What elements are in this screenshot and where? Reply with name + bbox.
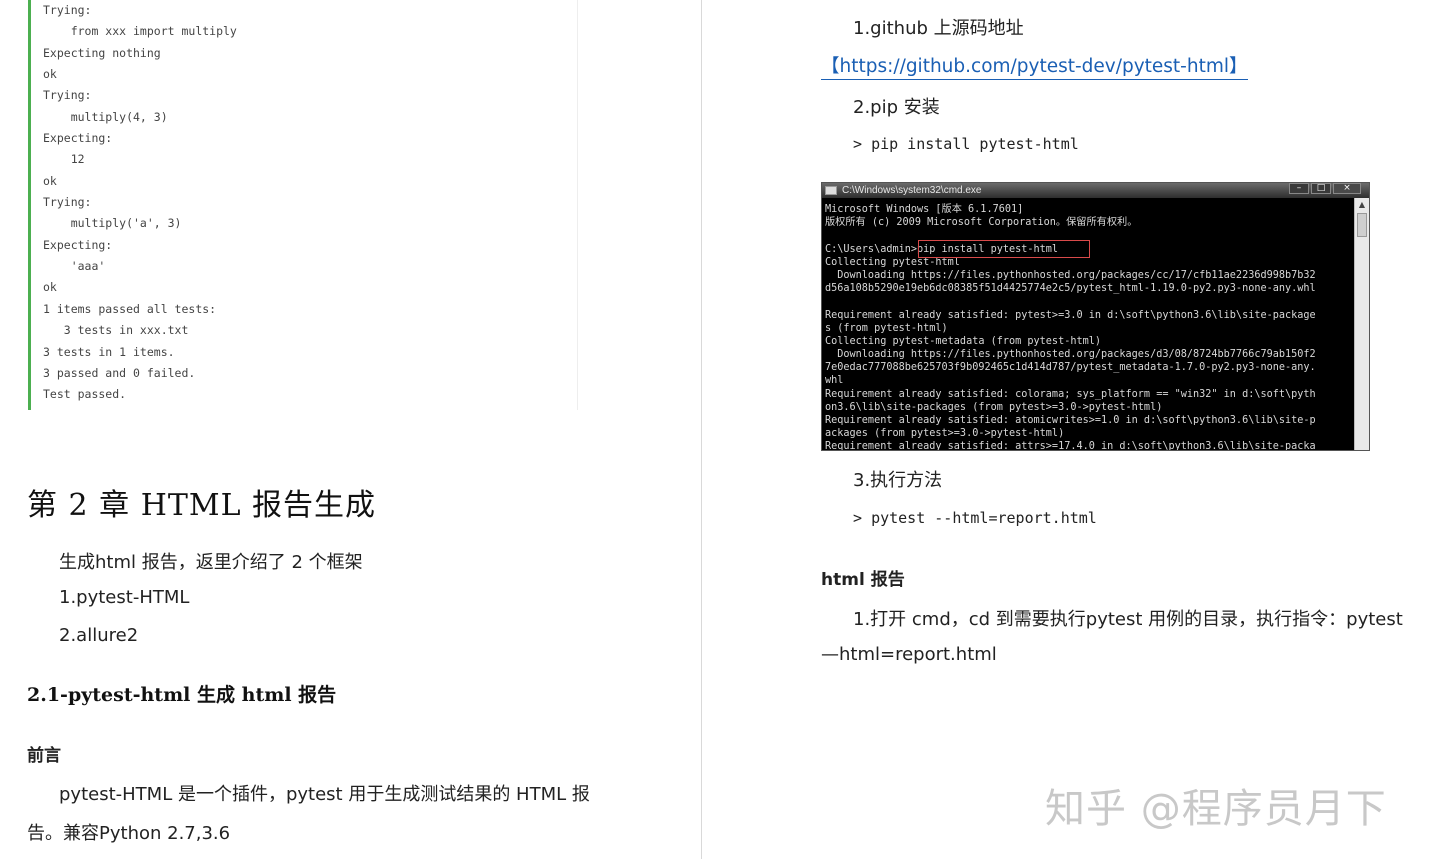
- code-line: ok: [43, 280, 57, 295]
- code-line: 12: [43, 152, 85, 167]
- exec-command: > pytest --html=report.html: [853, 509, 1097, 527]
- code-line: Expecting:: [43, 131, 113, 146]
- code-line: Test passed.: [43, 387, 127, 402]
- cmd-output-line: Collecting pytest-metadata (from pytest-…: [825, 335, 1102, 347]
- step-line-2: —html=report.html: [821, 644, 997, 665]
- cmd-output-line: Requirement already satisfied: pytest>=3…: [825, 309, 1316, 321]
- code-line: 'aaa': [43, 259, 106, 274]
- cmd-output: Microsoft Windows [版本 6.1.7601] 版权所有 (c) …: [822, 198, 1369, 451]
- chevron-right-icon: >: [853, 509, 872, 527]
- cmd-output-line: d56a108b5290e19eb6dc08385f51d4425774e2c5…: [825, 283, 1316, 295]
- cmd-output-line: ackages (from pytest>=3.0->pytest-html): [825, 428, 1065, 440]
- cmd-window-screenshot: C:\Windows\system32\cmd.exe – □ × Micros…: [821, 182, 1370, 451]
- scroll-thumb: [1357, 213, 1367, 237]
- cmd-output-line: [825, 295, 1351, 308]
- exec-heading: 3.执行方法: [853, 470, 943, 491]
- cmd-output-line: Microsoft Windows [版本 6.1.7601]: [825, 204, 1024, 215]
- step-line-1: 1.打开 cmd，cd 到需要执行pytest 用例的目录，执行指令：pytes…: [853, 609, 1403, 630]
- cmd-titlebar: C:\Windows\system32\cmd.exe – □ ×: [822, 183, 1369, 198]
- column-divider: [701, 0, 702, 859]
- code-line: Trying:: [43, 195, 92, 210]
- window-controls: – □ ×: [1287, 183, 1361, 194]
- maximize-icon: □: [1311, 183, 1331, 194]
- code-block: Trying: from xxx import multiply Expectin…: [28, 0, 578, 410]
- cmd-scrollbar: ▲: [1354, 198, 1369, 450]
- cmd-window-title: C:\Windows\system32\cmd.exe: [842, 185, 982, 196]
- code-line: 3 tests in 1 items.: [43, 344, 175, 359]
- code-line: Expecting:: [43, 237, 113, 252]
- watermark: 知乎 @程序员月下: [1045, 786, 1387, 832]
- section-title: 2.1-pytest-html 生成 html 报告: [27, 684, 337, 706]
- github-heading: 1.github 上源码地址: [853, 18, 1024, 39]
- cmd-output-line: 版权所有 (c) 2009 Microsoft Corporation。保留所有…: [825, 217, 1138, 229]
- pip-command: > pip install pytest-html: [853, 135, 1079, 153]
- cmd-output-line: whl: [825, 375, 844, 387]
- cmd-output-line: 7e0edac777088be625703f9b092465c1d414d787…: [825, 362, 1316, 374]
- pip-heading: 2.pip 安装: [853, 97, 940, 118]
- html-report-label: html 报告: [821, 570, 905, 590]
- framework-item-2: 2.allure2: [59, 625, 139, 646]
- minimize-icon: –: [1289, 183, 1309, 194]
- code-line: ok: [43, 67, 57, 82]
- code-line: Expecting nothing: [43, 45, 161, 60]
- code-line: 3 passed and 0 failed.: [43, 365, 196, 380]
- framework-item-1: 1.pytest-HTML: [59, 587, 190, 608]
- cmd-output-line: Downloading https://files.pythonhosted.o…: [825, 349, 1316, 361]
- code-line: multiply('a', 3): [43, 216, 182, 231]
- code-line: Trying:: [43, 3, 92, 17]
- preface-label: 前言: [27, 746, 61, 766]
- code-line: from xxx import multiply: [43, 24, 237, 39]
- exec-command-text: pytest --html=report.html: [871, 509, 1097, 527]
- cmd-output-line: Requirement already satisfied: colorama;…: [825, 388, 1316, 400]
- code-line: 3 tests in xxx.txt: [43, 323, 189, 338]
- terminal-icon: [825, 186, 837, 195]
- cmd-output-line: Requirement already satisfied: attrs>=17…: [825, 441, 1316, 451]
- command-highlight-box: [918, 240, 1090, 258]
- preface-line-2: 告。兼容Python 2.7,3.6: [27, 823, 231, 844]
- intro-paragraph: 生成html 报告，返里介绍了 2 个框架: [59, 552, 363, 573]
- cmd-output-line: s (from pytest-html): [825, 322, 948, 334]
- cmd-output-line: Downloading https://files.pythonhosted.o…: [825, 269, 1316, 281]
- scroll-up-icon: ▲: [1358, 200, 1366, 209]
- code-line: 1 items passed all tests:: [43, 301, 217, 316]
- cmd-output-line: on3.6\lib\site-packages (from pytest>=3.…: [825, 401, 1163, 413]
- chapter-title: 第 2 章 HTML 报告生成: [27, 488, 377, 523]
- chevron-right-icon: >: [853, 135, 872, 153]
- code-line: Trying:: [43, 88, 92, 103]
- cmd-output-line: Requirement already satisfied: atomicwri…: [825, 415, 1316, 426]
- preface-line-1: pytest-HTML 是一个插件，pytest 用于生成测试结果的 HTML …: [59, 784, 590, 805]
- pip-command-text: pip install pytest-html: [871, 135, 1079, 153]
- close-icon: ×: [1333, 183, 1361, 194]
- github-link[interactable]: 【https://github.com/pytest-dev/pytest-ht…: [821, 52, 1248, 80]
- code-line: ok: [43, 173, 57, 188]
- code-line: multiply(4, 3): [43, 109, 168, 124]
